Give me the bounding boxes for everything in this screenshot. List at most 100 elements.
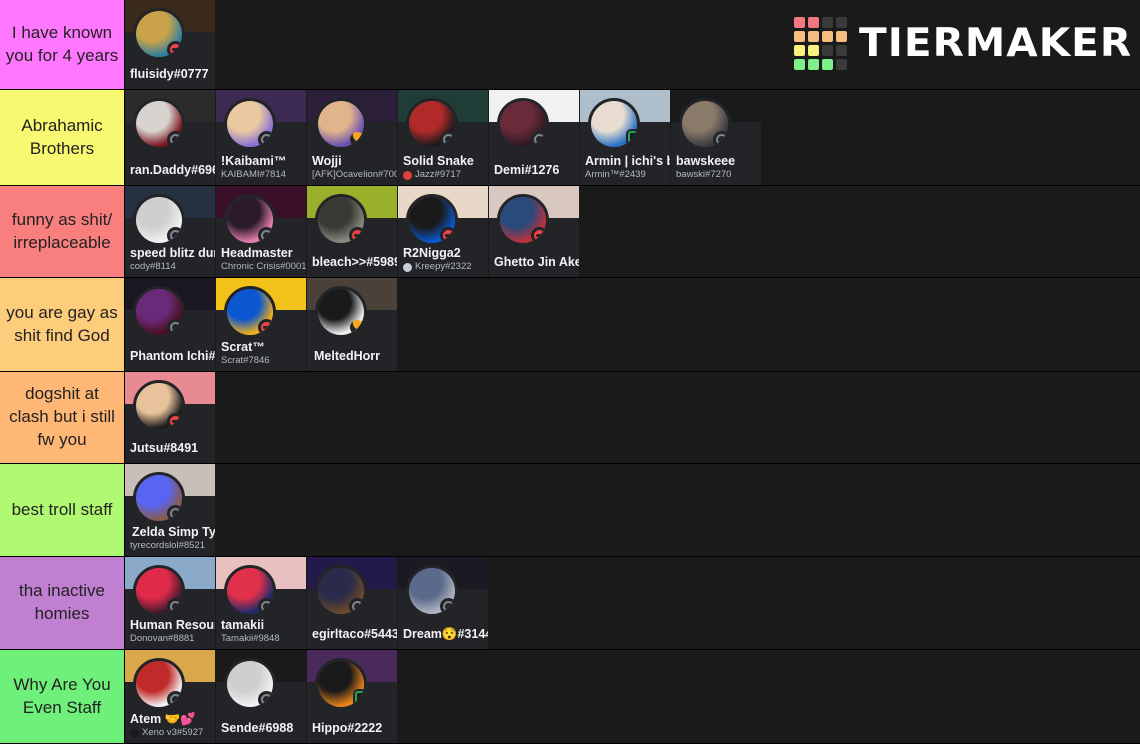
- tier-label[interactable]: dogshit at clash but i still fw you: [0, 372, 125, 463]
- member-card[interactable]: Jutsu#8491: [125, 372, 216, 463]
- avatar: [224, 194, 276, 246]
- avatar: [315, 98, 367, 150]
- member-names: Human ResourcDonovan#8881: [130, 618, 215, 646]
- member-card[interactable]: Ghetto Jin Ake: [489, 186, 580, 277]
- status-offline-icon: [440, 131, 455, 147]
- status-mobile-icon: [355, 691, 364, 707]
- member-name-row: Atem 🤝💕: [130, 712, 215, 728]
- tier-row: you are gay as shit find God Phantom Ichi…: [0, 278, 1140, 372]
- avatar: [315, 565, 367, 617]
- member-card[interactable]: Scrat™ Scrat#7846: [216, 278, 307, 371]
- member-card[interactable]: R2Nigga2 Kreepy#2322: [398, 186, 489, 277]
- tier-label[interactable]: you are gay as shit find God: [0, 278, 125, 371]
- tier-label[interactable]: Abrahamic Brothers: [0, 90, 125, 185]
- member-name-row: fluisidy#0777: [130, 67, 215, 83]
- member-tag: Jazz#9717: [415, 169, 461, 181]
- member-names: Solid Snake Jazz#9717: [403, 154, 488, 182]
- member-tag-row: Tamakii#9848: [221, 633, 306, 645]
- tier-item-list[interactable]: fluisidy#0777: [125, 0, 1140, 89]
- member-tag: Armin™#2439: [585, 169, 646, 181]
- member-card[interactable]: Solid Snake Jazz#9717: [398, 90, 489, 185]
- member-names: Demi#1276: [494, 163, 579, 179]
- member-card[interactable]: Zelda Simp Tyretyrecordslol#8521: [125, 464, 216, 556]
- member-names: Headmaster Chronic Crisis#0001: [221, 246, 306, 274]
- member-card[interactable]: Armin | ichi's bf Armin™#2439: [580, 90, 671, 185]
- tier-item-list[interactable]: speed blitz dur cody#8114 Headmaster Chroni…: [125, 186, 1140, 277]
- status-dnd-icon: [440, 227, 455, 243]
- avatar: [133, 380, 185, 432]
- member-name: Sende#6988: [221, 721, 294, 736]
- member-tag-row: Armin™#2439: [585, 169, 670, 181]
- status-idle-icon: [348, 130, 364, 147]
- member-names: Dream😯#3144: [403, 627, 488, 643]
- member-name-row: ran.Daddy#6969: [130, 163, 215, 179]
- member-card[interactable]: ran.Daddy#6969: [125, 90, 216, 185]
- member-card[interactable]: bleach>>#5989: [307, 186, 398, 277]
- member-name: Headmaster: [221, 245, 293, 260]
- avatar: [406, 98, 458, 150]
- member-card[interactable]: Phantom Ichi#: [125, 278, 216, 371]
- member-card[interactable]: speed blitz dur cody#8114: [125, 186, 216, 277]
- member-card[interactable]: Demi#1276: [489, 90, 580, 185]
- member-name: MeltedHorr: [314, 349, 380, 364]
- member-card[interactable]: bawskeee bawski#7270: [671, 90, 762, 185]
- tier-label[interactable]: best troll staff: [0, 464, 125, 556]
- member-names: Sende#6988: [221, 721, 306, 737]
- tier-item-list[interactable]: Atem 🤝💕 Xeno v3#5927 Sende#6988 Hippo#2222: [125, 650, 1140, 743]
- member-name-row: R2Nigga2: [403, 246, 488, 262]
- tier-item-list[interactable]: ran.Daddy#6969!Kaibami™KAIBAMI#7814Wojji…: [125, 90, 1140, 185]
- member-name-row: Headmaster: [221, 246, 306, 262]
- member-tag-row: Kreepy#2322: [403, 261, 488, 273]
- tier-item-list[interactable]: Phantom Ichi# Scrat™ Scrat#7846 MeltedHorr: [125, 278, 1140, 371]
- member-card[interactable]: tamakii Tamakii#9848: [216, 557, 307, 649]
- tier-label[interactable]: I have known you for 4 years: [0, 0, 125, 89]
- member-card[interactable]: Headmaster Chronic Crisis#0001: [216, 186, 307, 277]
- member-name: Phantom Ichi#: [130, 349, 216, 364]
- member-card[interactable]: Atem 🤝💕 Xeno v3#5927: [125, 650, 216, 743]
- status-offline-icon: [167, 319, 182, 335]
- status-offline-icon: [258, 227, 273, 243]
- member-name-row: Solid Snake: [403, 154, 488, 170]
- status-offline-icon: [167, 131, 182, 147]
- member-names: MeltedHorr: [312, 349, 397, 365]
- member-name-row: Armin | ichi's bf: [585, 154, 670, 170]
- status-offline-icon: [167, 227, 182, 243]
- tier-label[interactable]: funny as shit/ irreplaceable: [0, 186, 125, 277]
- tier-row: I have known you for 4 years fluisidy#077…: [0, 0, 1140, 90]
- member-card[interactable]: Human ResourcDonovan#8881: [125, 557, 216, 649]
- member-name-row: Sende#6988: [221, 721, 306, 737]
- member-name: bawskeee: [676, 153, 736, 168]
- member-card[interactable]: Wojji [AFK]Ocavelion#7000: [307, 90, 398, 185]
- avatar: [406, 565, 458, 617]
- tag-badge-icon: [130, 728, 139, 738]
- tier-row: Why Are You Even Staff Atem 🤝💕 Xeno v3#592…: [0, 650, 1140, 744]
- member-name: speed blitz dur: [130, 245, 216, 260]
- member-card[interactable]: egirltaco#5443: [307, 557, 398, 649]
- member-name-row: Wojji: [312, 154, 397, 170]
- member-tag: Xeno v3#5927: [142, 727, 204, 739]
- status-offline-icon: [167, 598, 182, 614]
- member-tag: Donovan#8881: [130, 633, 195, 645]
- member-tag: Tamakii#9848: [221, 633, 280, 645]
- tier-item-list[interactable]: Zelda Simp Tyretyrecordslol#8521: [125, 464, 1140, 556]
- member-card[interactable]: Sende#6988: [216, 650, 307, 743]
- member-card[interactable]: Hippo#2222: [307, 650, 398, 743]
- status-dnd-icon: [167, 413, 182, 429]
- avatar: [133, 472, 185, 524]
- member-tag-row: Donovan#8881: [130, 633, 215, 645]
- member-name: Hippo#2222: [312, 721, 383, 736]
- tier-item-list[interactable]: Human ResourcDonovan#8881tamakiiTamakii#…: [125, 557, 1140, 649]
- tier-label[interactable]: Why Are You Even Staff: [0, 650, 125, 743]
- member-name: Ghetto Jin Ake: [494, 255, 580, 270]
- tier-item-list[interactable]: Jutsu#8491: [125, 372, 1140, 463]
- member-names: Ghetto Jin Ake: [494, 255, 579, 271]
- member-card[interactable]: MeltedHorr: [307, 278, 398, 371]
- member-tag-row: Jazz#9717: [403, 169, 488, 181]
- member-names: bleach>>#5989: [312, 255, 397, 271]
- status-offline-icon: [258, 691, 273, 707]
- member-card[interactable]: fluisidy#0777: [125, 0, 216, 89]
- member-card[interactable]: !Kaibami™ KAIBAMI#7814: [216, 90, 307, 185]
- tier-label[interactable]: tha inactive homies: [0, 557, 125, 649]
- member-names: R2Nigga2 Kreepy#2322: [403, 246, 488, 274]
- member-card[interactable]: Dream😯#3144: [398, 557, 489, 649]
